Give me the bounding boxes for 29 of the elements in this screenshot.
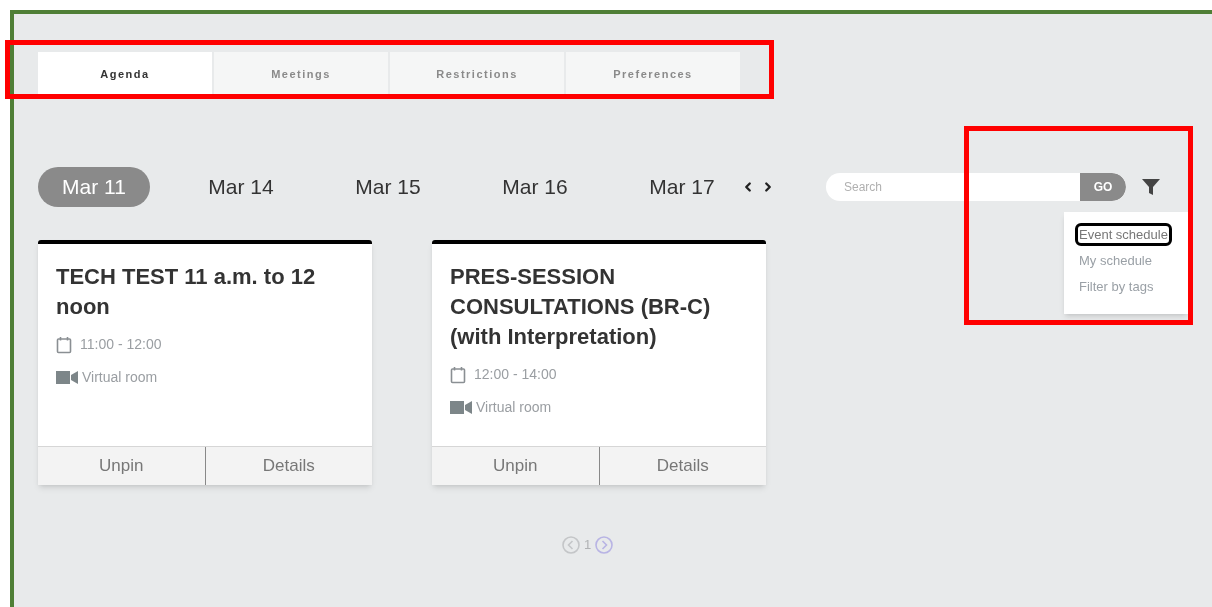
date-tab[interactable]: Mar 15 — [332, 167, 444, 207]
card-action-button[interactable]: Unpin — [432, 447, 599, 485]
tab[interactable]: Preferences — [566, 52, 740, 97]
tab[interactable]: Restrictions — [390, 52, 564, 97]
filter-menu-item[interactable]: Filter by tags — [1078, 278, 1155, 295]
tab[interactable]: Agenda — [38, 52, 212, 97]
date-tab[interactable]: Mar 16 — [479, 167, 591, 207]
event-room: Virtual room — [476, 398, 552, 417]
card-action-button[interactable]: Details — [598, 447, 766, 485]
date-tab[interactable]: Mar 17 — [626, 167, 738, 207]
filter-icon[interactable] — [1142, 178, 1160, 196]
video-camera-icon — [450, 401, 472, 414]
date-tab[interactable]: Mar 11 — [38, 167, 150, 207]
calendar-icon — [450, 365, 466, 384]
date-tab[interactable]: Mar 14 — [185, 167, 297, 207]
card-action-button[interactable]: Unpin — [38, 447, 205, 485]
event-time: 12:00 - 14:00 — [474, 365, 557, 384]
event-room: Virtual room — [82, 368, 158, 387]
event-time: 11:00 - 12:00 — [80, 335, 162, 354]
event-title: PRES-SESSION CONSULTATIONS (BR-C) (with Interpretation) — [450, 263, 712, 351]
filter-menu-item[interactable]: Event schedule — [1078, 226, 1169, 243]
search-field[interactable]: Search GO — [826, 173, 1126, 201]
video-camera-icon — [56, 371, 78, 384]
card-action-button[interactable]: Details — [204, 447, 372, 485]
tab[interactable]: Meetings — [214, 52, 388, 97]
calendar-icon — [56, 335, 72, 354]
event-title: TECH TEST 11 a.m. to 12 noon — [56, 263, 317, 321]
filter-menu-item[interactable]: My schedule — [1078, 252, 1153, 269]
go-button[interactable]: GO — [1080, 173, 1126, 201]
